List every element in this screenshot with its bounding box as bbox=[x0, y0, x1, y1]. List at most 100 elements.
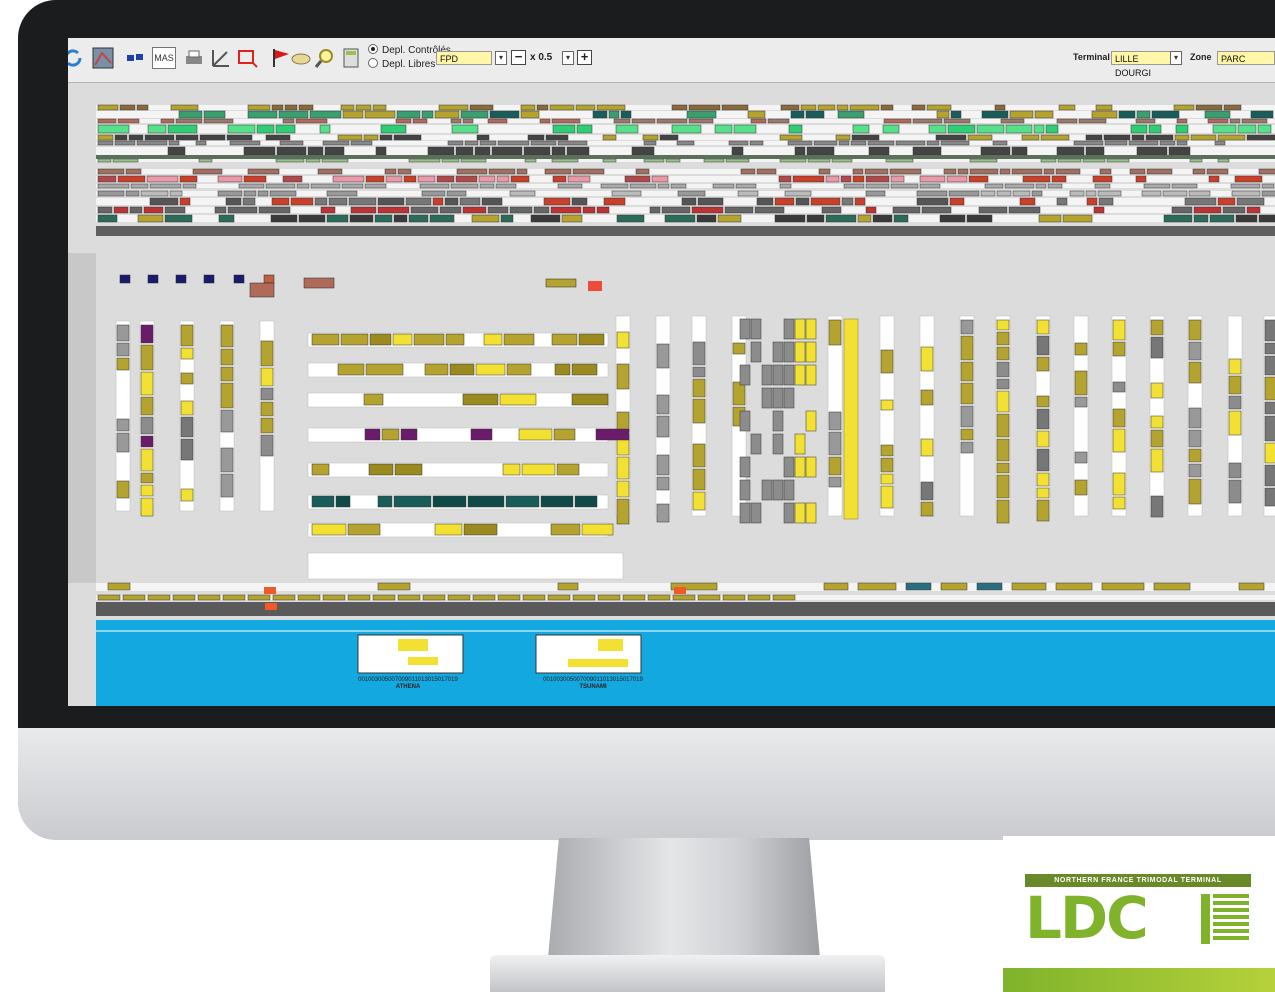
rail-wagon[interactable] bbox=[265, 183, 296, 189]
container-block[interactable] bbox=[823, 582, 849, 591]
rail-wagon[interactable] bbox=[405, 197, 432, 206]
container-block[interactable] bbox=[794, 502, 806, 524]
container-block[interactable] bbox=[147, 274, 159, 284]
container-block[interactable] bbox=[772, 433, 784, 455]
rail-wagon[interactable] bbox=[1056, 146, 1085, 156]
container-block[interactable] bbox=[805, 502, 817, 524]
rail-wagon[interactable] bbox=[544, 168, 572, 175]
container-block[interactable] bbox=[540, 495, 574, 508]
bay-row[interactable] bbox=[307, 552, 624, 580]
rail-wagon[interactable] bbox=[657, 183, 670, 189]
rail-wagon[interactable] bbox=[821, 206, 842, 214]
printer-icon[interactable] bbox=[183, 47, 205, 69]
rail-wagon[interactable] bbox=[850, 140, 867, 146]
rail-wagon[interactable] bbox=[527, 134, 545, 141]
rail-wagon[interactable] bbox=[410, 206, 439, 214]
container-block[interactable] bbox=[1112, 319, 1126, 341]
container-block[interactable] bbox=[1188, 448, 1202, 463]
rail-wagon[interactable] bbox=[319, 124, 331, 134]
container-block[interactable] bbox=[249, 282, 275, 298]
rail-wagon[interactable] bbox=[256, 124, 275, 134]
rail-wagon[interactable] bbox=[885, 158, 914, 163]
rail-wagon[interactable] bbox=[469, 104, 494, 111]
rail-wagon[interactable] bbox=[806, 146, 835, 156]
selection-icon[interactable] bbox=[236, 47, 258, 69]
container-block[interactable] bbox=[692, 378, 706, 398]
container-block[interactable] bbox=[692, 443, 706, 468]
yard-map[interactable]: 00100300500700901101301501701​9 ATHENA 0… bbox=[68, 83, 1275, 706]
rail-wagon[interactable] bbox=[696, 214, 717, 223]
rail-wagon[interactable] bbox=[450, 118, 462, 124]
rail-wagon[interactable] bbox=[510, 175, 530, 183]
rail-wagon[interactable] bbox=[865, 190, 886, 197]
container-block[interactable] bbox=[772, 479, 784, 501]
rail-wagon[interactable] bbox=[113, 206, 129, 214]
rail-wagon[interactable] bbox=[326, 190, 358, 197]
container-block[interactable] bbox=[880, 444, 894, 457]
rail-wagon[interactable] bbox=[489, 110, 520, 119]
container-block[interactable] bbox=[588, 281, 602, 291]
red-flag-icon[interactable] bbox=[270, 47, 292, 69]
container-block[interactable] bbox=[1264, 401, 1275, 415]
rail-wagon[interactable] bbox=[462, 118, 474, 124]
rail-wagon[interactable] bbox=[97, 183, 130, 189]
rail-wagon[interactable] bbox=[97, 190, 125, 197]
rail-wagon[interactable] bbox=[1062, 214, 1093, 223]
container-block[interactable] bbox=[180, 416, 194, 438]
container-block[interactable] bbox=[1112, 381, 1126, 393]
rail-wagon[interactable] bbox=[516, 168, 528, 175]
rail-wagon[interactable] bbox=[1192, 168, 1206, 175]
rail-wagon[interactable] bbox=[1073, 140, 1104, 146]
rail-wagon[interactable] bbox=[1099, 168, 1112, 175]
rail-wagon[interactable] bbox=[305, 158, 321, 163]
rail-wagon[interactable] bbox=[749, 140, 764, 146]
rail-wagon[interactable] bbox=[978, 206, 1008, 214]
rail-wagon[interactable] bbox=[665, 158, 681, 163]
container-block[interactable] bbox=[220, 409, 234, 433]
rail-wagon[interactable] bbox=[167, 124, 198, 134]
rail-wagon[interactable] bbox=[1145, 134, 1174, 141]
rail-wagon[interactable] bbox=[441, 158, 460, 163]
container-block[interactable] bbox=[783, 479, 795, 501]
rail-wagon[interactable] bbox=[217, 190, 243, 197]
rail-wagon[interactable] bbox=[1085, 134, 1103, 141]
container-block[interactable] bbox=[1264, 376, 1275, 401]
rail-wagon[interactable] bbox=[787, 140, 813, 146]
rail-wagon[interactable] bbox=[926, 140, 940, 146]
container-block[interactable] bbox=[1188, 341, 1202, 361]
rail-wagon[interactable] bbox=[872, 214, 893, 223]
rail-wagon[interactable] bbox=[1162, 190, 1188, 197]
container-block[interactable] bbox=[750, 318, 762, 340]
rail-wagon[interactable] bbox=[966, 214, 993, 223]
rail-wagon[interactable] bbox=[1031, 190, 1043, 197]
rail-wagon[interactable] bbox=[1034, 110, 1054, 119]
rail-wagon[interactable] bbox=[1136, 110, 1151, 119]
rail-wagon[interactable] bbox=[179, 197, 191, 206]
rail-wagon[interactable] bbox=[1033, 124, 1045, 134]
rail-wagon[interactable] bbox=[320, 206, 336, 214]
rail-wagon[interactable] bbox=[880, 104, 894, 111]
rail-wagon[interactable] bbox=[297, 594, 321, 601]
rail-wagon[interactable] bbox=[326, 214, 349, 223]
rail-wagon[interactable] bbox=[572, 168, 605, 175]
rail-wagon[interactable] bbox=[197, 594, 221, 601]
rail-wagon[interactable] bbox=[1057, 158, 1082, 163]
container-block[interactable] bbox=[805, 410, 817, 432]
rail-wagon[interactable] bbox=[455, 175, 478, 183]
container-block[interactable] bbox=[462, 393, 499, 406]
rail-wagon[interactable] bbox=[169, 190, 183, 197]
rail-wagon[interactable] bbox=[471, 214, 500, 223]
rail-wagon[interactable] bbox=[393, 214, 408, 223]
container-block[interactable] bbox=[574, 495, 598, 508]
rail-wagon[interactable] bbox=[227, 124, 256, 134]
rail-wagon[interactable] bbox=[364, 110, 396, 119]
rail-wagon[interactable] bbox=[1173, 104, 1195, 111]
rail-wagon[interactable] bbox=[1222, 206, 1246, 214]
rail-wagon[interactable] bbox=[843, 183, 865, 189]
rail-wagon[interactable] bbox=[222, 594, 246, 601]
rail-wagon[interactable] bbox=[772, 594, 796, 601]
container-block[interactable] bbox=[1228, 462, 1242, 479]
rail-wagon[interactable] bbox=[97, 158, 112, 163]
rail-wagon[interactable] bbox=[172, 594, 196, 601]
rail-wagon[interactable] bbox=[733, 124, 757, 134]
